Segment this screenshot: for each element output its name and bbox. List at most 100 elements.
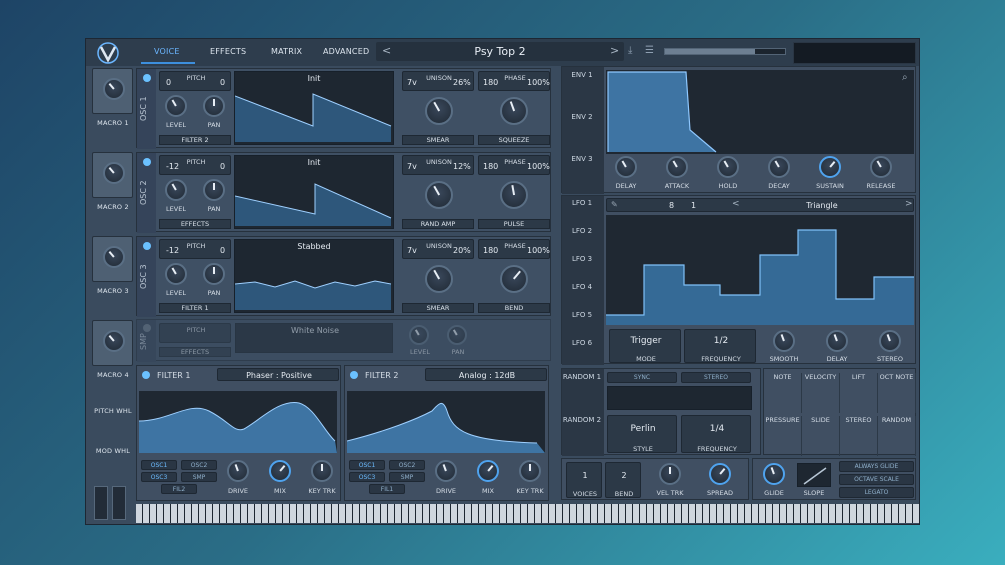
filter-1-response[interactable] xyxy=(139,391,337,453)
filter-2-power[interactable] xyxy=(350,371,358,379)
osc-2-spectral-knob[interactable] xyxy=(425,181,453,209)
osc-1-tune[interactable]: 0 xyxy=(220,78,225,87)
spread-knob[interactable] xyxy=(709,463,731,485)
lfo-3-tab[interactable]: LFO 3 xyxy=(562,255,602,263)
menu-icon[interactable]: ☰ xyxy=(645,45,654,56)
lfo-frequency-value[interactable]: 1/2 xyxy=(685,336,757,346)
osc-3-distortion-mode[interactable]: BEND xyxy=(478,303,550,313)
slope-display[interactable] xyxy=(797,463,831,487)
osc-3-phase-random[interactable]: 100% xyxy=(527,246,550,255)
lfo-stereo-knob[interactable] xyxy=(879,330,901,352)
random-2-tab[interactable]: RANDOM 2 xyxy=(562,416,602,424)
voices-value[interactable]: 1 xyxy=(567,471,603,480)
random-frequency-value[interactable]: 1/4 xyxy=(682,424,752,434)
filter-1-mix-knob[interactable] xyxy=(269,460,291,482)
sample-level-knob[interactable] xyxy=(409,325,429,345)
osc-2-wavetable[interactable]: Init xyxy=(234,155,394,229)
filter-1-drive-knob[interactable] xyxy=(227,460,249,482)
osc-2-wavetable-name[interactable]: Init xyxy=(235,158,393,167)
octave-scale-button[interactable]: OCTAVE SCALE xyxy=(839,474,914,485)
lfo-2-tab[interactable]: LFO 2 xyxy=(562,227,602,235)
sample-destination[interactable]: EFFECTS xyxy=(159,347,231,357)
osc-1-destination[interactable]: FILTER 2 xyxy=(159,135,231,145)
osc-1-pan-knob[interactable] xyxy=(203,95,225,117)
preset-name[interactable]: Psy Top 2 xyxy=(376,45,624,58)
mod-source-random[interactable]: RANDOM xyxy=(878,416,916,456)
filter-2-src-filter[interactable]: FIL1 xyxy=(369,484,405,494)
osc-2-unison-detune[interactable]: 12% xyxy=(453,162,471,171)
env-1-tab[interactable]: ENV 1 xyxy=(562,71,602,79)
pencil-icon[interactable]: ✎ xyxy=(611,200,618,209)
tab-matrix[interactable]: MATRIX xyxy=(271,47,302,56)
mod-source-note[interactable]: NOTE xyxy=(764,373,802,413)
osc-3-phase[interactable]: 180 xyxy=(483,246,498,255)
osc-1-level-knob[interactable] xyxy=(165,95,187,117)
osc-3-level-knob[interactable] xyxy=(165,263,187,285)
osc-3-destination[interactable]: FILTER 1 xyxy=(159,303,231,313)
macro-3-knob-box[interactable] xyxy=(92,236,133,282)
random-stereo-button[interactable]: STEREO xyxy=(681,372,751,383)
osc-1-pitch[interactable]: 0 PITCH 0 xyxy=(159,71,231,91)
glide-knob[interactable] xyxy=(763,463,785,485)
mod-source-lift[interactable]: LIFT xyxy=(840,373,878,413)
env-3-tab[interactable]: ENV 3 xyxy=(562,155,602,163)
osc-2-pitch[interactable]: -12 PITCH 0 xyxy=(159,155,231,175)
filter-2-response[interactable] xyxy=(347,391,545,453)
env-decay-knob[interactable] xyxy=(768,156,790,178)
lfo-shape[interactable]: Triangle xyxy=(742,201,902,210)
filter-1-style[interactable]: Phaser : Positive xyxy=(217,368,339,381)
mod-source-velocity[interactable]: VELOCITY xyxy=(802,373,840,413)
vel-track-knob[interactable] xyxy=(659,463,681,485)
osc-3-spectral-knob[interactable] xyxy=(425,265,453,293)
osc-1-spectral-mode[interactable]: SMEAR xyxy=(402,135,474,145)
zoom-icon[interactable]: ⌕ xyxy=(902,72,908,83)
osc-1-unison-voices[interactable]: 7v xyxy=(407,78,417,87)
filter-2-mix-knob[interactable] xyxy=(477,460,499,482)
filter-1-src-filter[interactable]: FIL2 xyxy=(161,484,197,494)
lfo-6-tab[interactable]: LFO 6 xyxy=(562,339,602,347)
osc-2-distortion-mode[interactable]: PULSE xyxy=(478,219,550,229)
volume-slider[interactable] xyxy=(664,48,786,55)
osc-1-spectral-knob[interactable] xyxy=(425,97,453,125)
osc-1-distortion-knob[interactable] xyxy=(500,97,528,125)
osc-3-unison-voices[interactable]: 7v xyxy=(407,246,417,255)
osc-2-phase-random[interactable]: 100% xyxy=(527,162,550,171)
macro-1-knob[interactable] xyxy=(103,78,125,100)
osc-2-distortion-knob[interactable] xyxy=(500,181,528,209)
filter-2-src-osc3[interactable]: OSC3 xyxy=(349,472,385,482)
lfo-4-tab[interactable]: LFO 4 xyxy=(562,283,602,291)
osc-1-power[interactable] xyxy=(143,74,151,82)
osc-3-wavetable[interactable]: Stabbed xyxy=(234,239,394,313)
env-hold-knob[interactable] xyxy=(717,156,739,178)
lfo-5-tab[interactable]: LFO 5 xyxy=(562,311,602,319)
osc-2-unison-voices[interactable]: 7v xyxy=(407,162,417,171)
envelope-graph[interactable] xyxy=(606,70,914,154)
osc-1-wavetable[interactable]: Init xyxy=(234,71,394,145)
macro-4-knob[interactable] xyxy=(103,330,125,352)
osc-1-unison-detune[interactable]: 26% xyxy=(453,78,471,87)
osc-2-level-knob[interactable] xyxy=(165,179,187,201)
next-preset-icon[interactable]: > xyxy=(610,44,619,57)
osc-1-wavetable-name[interactable]: Init xyxy=(235,74,393,83)
osc-1-phase-random[interactable]: 100% xyxy=(527,78,550,87)
sample-name[interactable]: White Noise xyxy=(236,326,394,335)
env-attack-knob[interactable] xyxy=(666,156,688,178)
osc-2-power[interactable] xyxy=(143,158,151,166)
filter-2-src-osc1[interactable]: OSC1 xyxy=(349,460,385,470)
osc-3-distortion-knob[interactable] xyxy=(500,265,528,293)
osc-3-tune[interactable]: 0 xyxy=(220,246,225,255)
osc-2-pan-knob[interactable] xyxy=(203,179,225,201)
mod-source-stereo[interactable]: STEREO xyxy=(840,416,878,456)
keyboard[interactable] xyxy=(136,504,919,523)
filter-2-keytrack-knob[interactable] xyxy=(519,460,541,482)
env-release-knob[interactable] xyxy=(870,156,892,178)
osc-3-wavetable-name[interactable]: Stabbed xyxy=(235,242,393,251)
filter-1-src-osc2[interactable]: OSC2 xyxy=(181,460,217,470)
lfo-trigger[interactable]: Trigger xyxy=(610,336,682,346)
random-sync-button[interactable]: SYNC xyxy=(607,372,677,383)
osc-1-phase[interactable]: 180 xyxy=(483,78,498,87)
lfo-rate-num[interactable]: 8 xyxy=(669,201,674,210)
filter-1-src-osc3[interactable]: OSC3 xyxy=(141,472,177,482)
osc-2-spectral-mode[interactable]: RAND AMP xyxy=(402,219,474,229)
preset-selector[interactable]: < Psy Top 2 > xyxy=(376,42,624,61)
